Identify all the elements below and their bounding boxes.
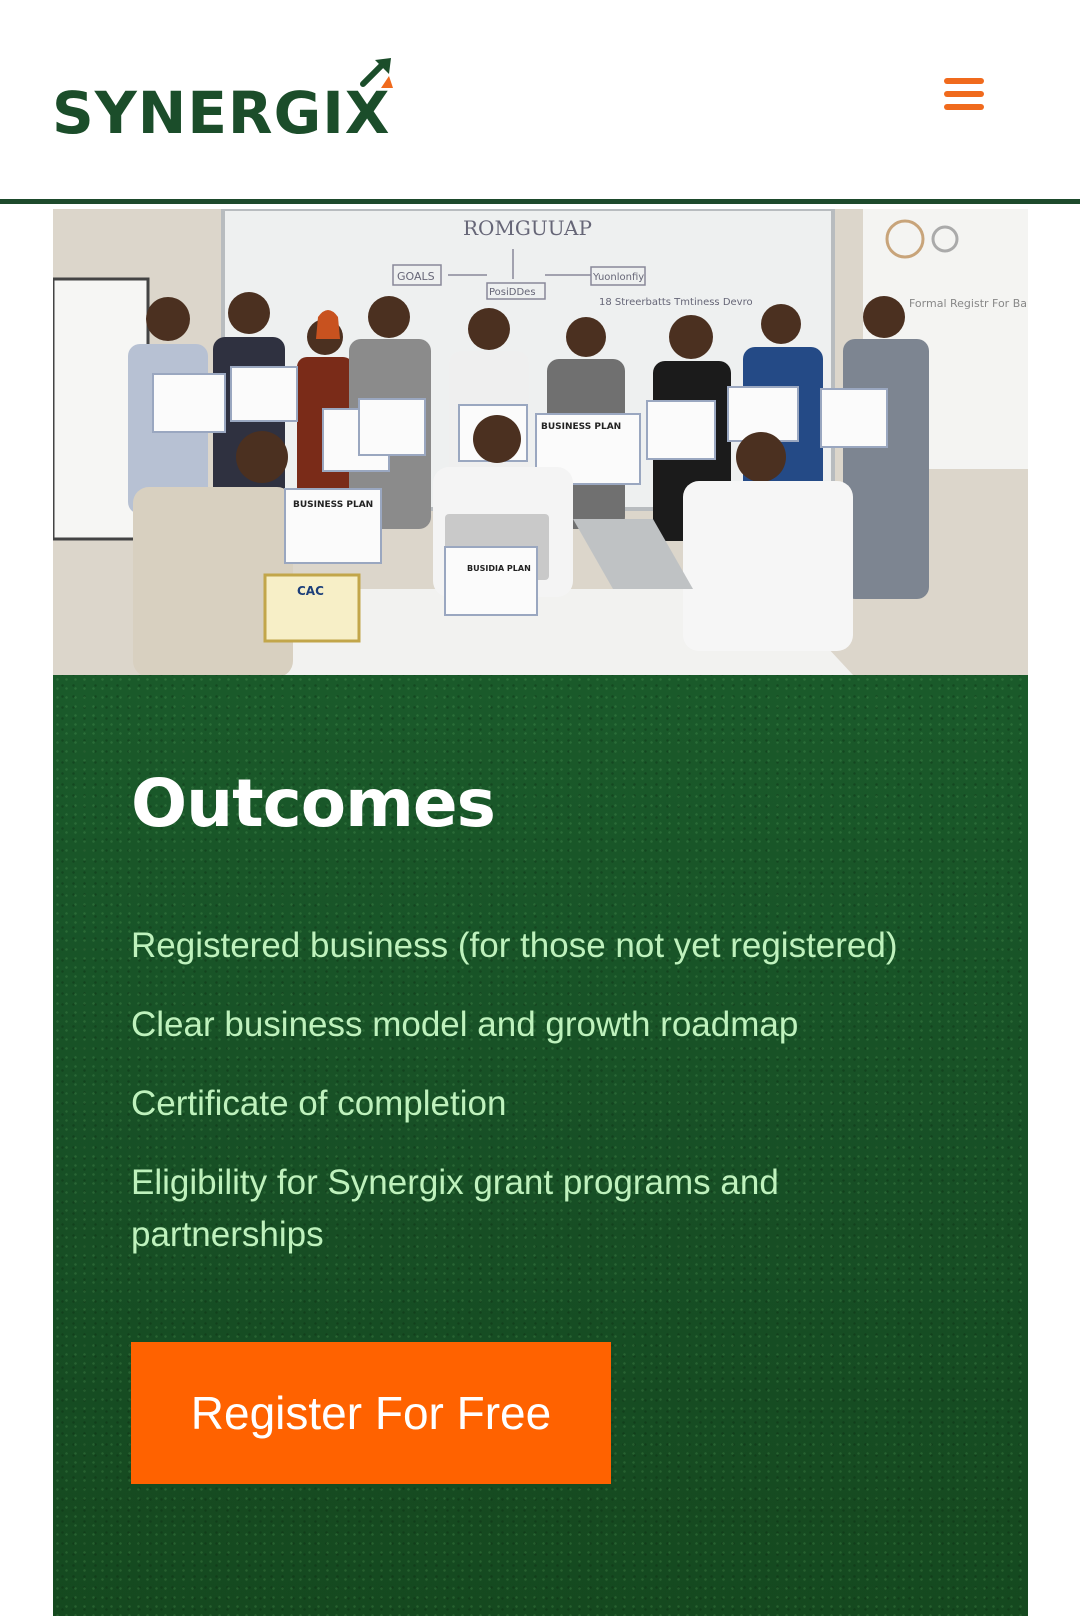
outcome-item-registered-business: Registered business (for those not yet r… [131, 926, 898, 965]
outcomes-section: Outcomes Registered business (for those … [53, 675, 1028, 1616]
certificate-label-1: BUSINESS PLAN [541, 422, 621, 432]
outcomes-title: Outcomes [131, 765, 496, 842]
board-word-4: 18 Streerbatts Tmtiness Devro [599, 297, 753, 308]
synergix-logo[interactable]: SYNERGIX [52, 58, 393, 147]
outcome-item-grant-eligibility: Eligibility for Synergix grant programs … [131, 1163, 779, 1254]
site-header: SYNERGIX [0, 0, 1080, 204]
hamburger-menu-icon[interactable] [944, 78, 986, 116]
board-word-3: Yuonlonfiy [592, 272, 644, 283]
hero-photo: ROMGUUAP GOALS PosiDDes Yuonlonfiy 18 St… [53, 209, 1028, 675]
growth-arrow-icon [359, 58, 393, 88]
logo-wordmark: SYNERGIX [52, 79, 391, 147]
whiteboard-heading: ROMGUUAP [463, 216, 592, 240]
group-photo-illustration: ROMGUUAP GOALS PosiDDes Yuonlonfiy 18 St… [53, 209, 1028, 675]
board-word-1: GOALS [397, 270, 435, 283]
page: SYNERGIX ROMGUUAP GOALS PosiDDes Yuonlon… [0, 0, 1080, 1616]
outcomes-list: Registered business (for those not yet r… [131, 920, 971, 1288]
certificate-label-2: BUSINESS PLAN [293, 500, 373, 510]
side-screen-text: Formal Registr For Bariienc Stdow Copoon… [909, 297, 1028, 310]
certificate-label-3: CAC [297, 584, 324, 598]
register-for-free-button[interactable]: Register For Free [131, 1342, 611, 1484]
outcome-item-certificate: Certificate of completion [131, 1084, 507, 1123]
outcome-item-business-model: Clear business model and growth roadmap [131, 1005, 799, 1044]
board-word-2: PosiDDes [489, 287, 536, 298]
certificate-label-4: BUSIDIA PLAN [467, 564, 531, 573]
